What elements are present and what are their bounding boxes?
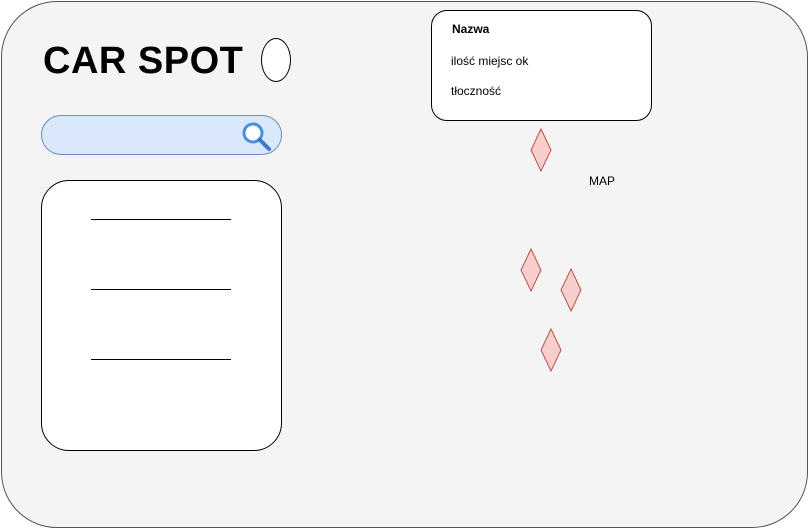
map-label: MAP — [589, 174, 616, 188]
parking-crowd-level: tłoczność — [451, 84, 502, 98]
parking-name: Nazwa — [452, 22, 490, 36]
logo-placeholder — [261, 38, 291, 82]
map-marker-icon[interactable] — [530, 128, 552, 172]
list-item-separator[interactable] — [91, 289, 231, 290]
parking-spots-status: ilość miejsc ok — [451, 54, 529, 68]
map-marker-icon[interactable] — [540, 328, 562, 372]
map-marker-icon[interactable] — [560, 268, 582, 312]
results-list-panel — [41, 180, 282, 451]
list-item-separator[interactable] — [91, 219, 231, 220]
list-item-separator[interactable] — [91, 359, 231, 360]
search-icon[interactable] — [240, 120, 272, 152]
map-marker-icon[interactable] — [520, 248, 542, 292]
app-title: CAR SPOT — [43, 40, 244, 82]
search-input[interactable] — [56, 124, 240, 148]
